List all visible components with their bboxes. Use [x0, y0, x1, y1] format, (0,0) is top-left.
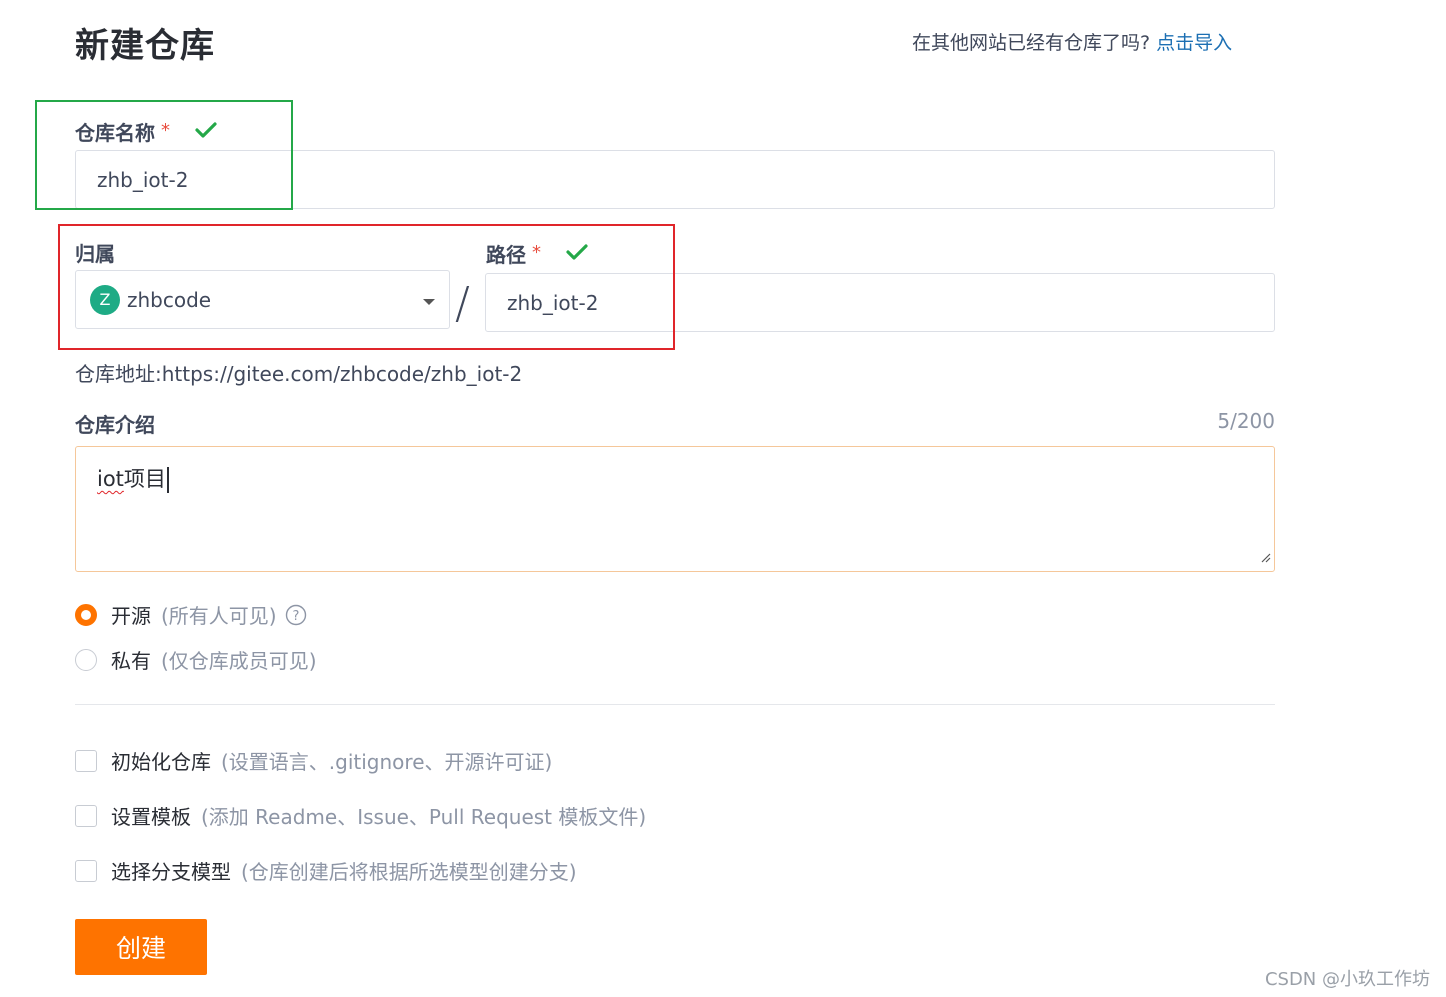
- avatar: Z: [90, 284, 120, 315]
- radio-public-hint: (所有人可见): [161, 604, 277, 628]
- option-hint: (设置语言、.gitignore、开源许可证): [221, 750, 553, 774]
- required-mark: *: [161, 120, 170, 141]
- repo-name-label: 仓库名称 *: [75, 117, 217, 147]
- owner-value: zhbcode: [127, 287, 212, 312]
- svg-text:?: ?: [292, 609, 299, 624]
- intro-text: 项目: [123, 467, 166, 491]
- repo-address: 仓库地址:https://gitee.com/zhbcode/zhb_iot-2: [75, 358, 522, 387]
- option-template[interactable]: 设置模板 (添加 Readme、Issue、Pull Request 模板文件): [75, 801, 646, 830]
- required-mark: *: [532, 242, 541, 263]
- create-button[interactable]: 创建: [75, 919, 207, 975]
- radio-public[interactable]: 开源 (所有人可见) ?: [75, 600, 307, 629]
- resize-handle-icon[interactable]: [1259, 544, 1271, 568]
- check-icon: [566, 242, 588, 266]
- char-counter: 5/200: [1217, 409, 1275, 433]
- divider: [75, 704, 1275, 705]
- radio-private[interactable]: 私有 (仅仓库成员可见): [75, 645, 317, 674]
- import-prompt: 在其他网站已经有仓库了吗? 点击导入: [912, 28, 1232, 55]
- option-hint: (仓库创建后将根据所选模型创建分支): [241, 860, 577, 884]
- intro-textarea[interactable]: iot项目: [75, 446, 1275, 572]
- page-title: 新建仓库: [75, 26, 215, 66]
- checkbox[interactable]: [75, 859, 97, 882]
- owner-label: 归属: [75, 242, 115, 266]
- option-init-repo[interactable]: 初始化仓库 (设置语言、.gitignore、开源许可证): [75, 746, 552, 775]
- radio-private-label: 私有: [111, 649, 151, 673]
- repo-name-input[interactable]: zhb_iot-2: [75, 150, 1275, 209]
- repo-address-url: https://gitee.com/zhbcode/zhb_iot-2: [161, 362, 523, 386]
- option-hint: (添加 Readme、Issue、Pull Request 模板文件): [201, 805, 647, 829]
- option-label: 设置模板: [111, 805, 191, 829]
- option-label: 选择分支模型: [111, 860, 231, 884]
- radio-public-label: 开源: [111, 604, 151, 628]
- question-circle-icon[interactable]: ?: [285, 604, 307, 626]
- radio-button[interactable]: [75, 648, 97, 671]
- spellcheck-word: iot: [97, 467, 124, 491]
- checkbox[interactable]: [75, 749, 97, 772]
- import-question: 在其他网站已经有仓库了吗?: [912, 32, 1151, 54]
- radio-button-selected[interactable]: [75, 603, 97, 626]
- checkbox[interactable]: [75, 804, 97, 827]
- text-cursor: [166, 467, 169, 493]
- intro-label: 仓库介绍: [75, 413, 155, 437]
- import-link[interactable]: 点击导入: [1156, 32, 1232, 54]
- path-label: 路径 *: [486, 239, 588, 269]
- repo-address-label: 仓库地址:: [75, 362, 162, 386]
- repo-name-label-text: 仓库名称: [75, 121, 155, 145]
- owner-select[interactable]: Z zhbcode: [75, 270, 450, 329]
- radio-private-hint: (仅仓库成员可见): [161, 649, 317, 673]
- path-input[interactable]: zhb_iot-2: [485, 273, 1275, 332]
- check-icon: [195, 120, 217, 144]
- option-branch-model[interactable]: 选择分支模型 (仓库创建后将根据所选模型创建分支): [75, 856, 577, 885]
- path-label-text: 路径: [486, 243, 526, 267]
- option-label: 初始化仓库: [111, 750, 211, 774]
- path-value: zhb_iot-2: [507, 290, 599, 315]
- path-separator: /: [455, 278, 470, 329]
- watermark: CSDN @小玖工作坊: [1264, 969, 1430, 990]
- caret-down-icon: [423, 299, 435, 305]
- repo-name-value: zhb_iot-2: [97, 167, 189, 192]
